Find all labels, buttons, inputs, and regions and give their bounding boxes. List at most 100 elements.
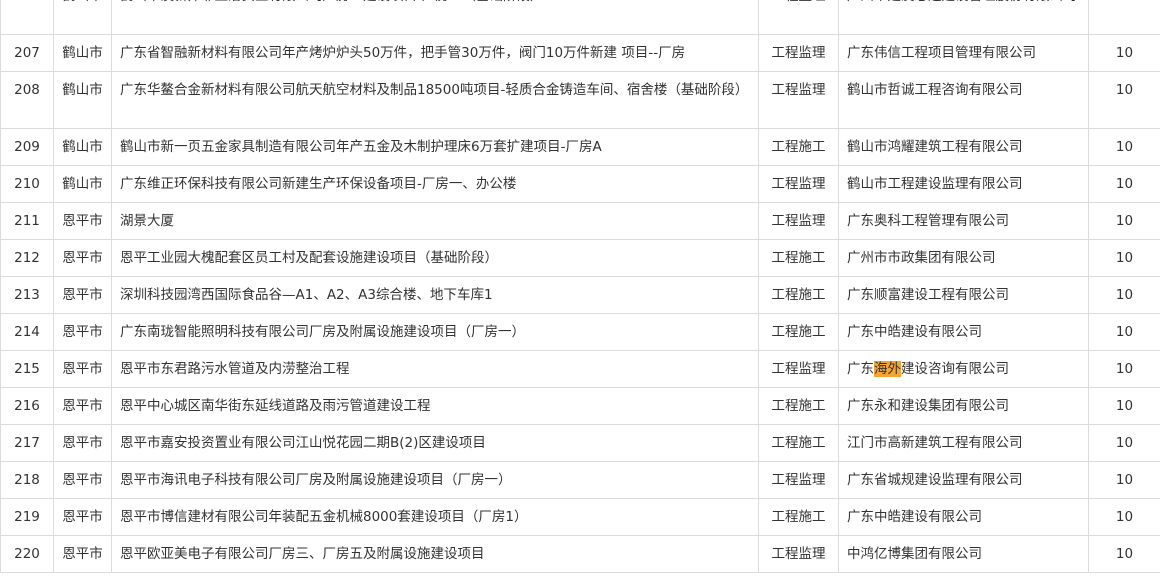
work-type-cell: 工程施工 [758,128,839,166]
company-text-prefix: 广东 [847,361,874,377]
city-cell-text: 鹤山市 [62,176,103,192]
score-cell: 10 [1088,276,1160,314]
city-cell-text: 恩平市 [62,546,103,562]
score-cell: 10 [1088,165,1160,203]
work-type-cell-text: 工程监理 [771,361,826,377]
company-text-suffix: 建设咨询有限公司 [901,361,1009,377]
score-cell: 10 [1088,461,1160,499]
project-name-cell: 深圳科技园湾西国际食品谷—A1、A2、A3综合楼、地下车库1 [111,276,759,314]
work-type-cell: 工程施工 [758,313,839,351]
company-cell: 江门市高新建筑工程有限公司 [838,424,1089,462]
company-cell: 鹤山市工程建设监理有限公司 [838,165,1089,203]
work-type-cell: 工程监理 [758,0,839,35]
project-name-cell: 恩平市博信建材有限公司年装配五金机械8000套建设项目（厂房1） [111,498,759,536]
city-cell-text: 鹤山市 [62,45,103,61]
company-cell: 广东海外建设咨询有限公司 [838,350,1089,388]
work-type-cell-text: 工程监理 [771,546,826,562]
company-cell: 广东省城规建设监理有限公司 [838,461,1089,499]
work-type-cell: 工程监理 [758,71,839,129]
score-cell: 10 [1088,498,1160,536]
company-cell-text: 广东奥科工程管理有限公司 [847,213,1009,229]
city-cell: 恩平市 [53,239,112,277]
row-number-cell: 220 [0,535,54,573]
table-row: 206鹤山市鹤山市澳新邦菲卫浴实业有限公司厂房三建设项目-厂房三（基础阶段） 工程… [0,0,1160,35]
score-cell-text: 10 [1115,213,1134,229]
row-number-cell-text: 213 [14,287,40,303]
work-type-cell-text: 工程监理 [771,213,826,229]
table-row: 213 恩平市 深圳科技园湾西国际食品谷—A1、A2、A3综合楼、地下车库1 工程施工… [0,276,1160,314]
table-viewport: 206鹤山市鹤山市澳新邦菲卫浴实业有限公司厂房三建设项目-厂房三（基础阶段）工程… [0,0,1160,585]
work-type-cell: 工程施工 [758,387,839,425]
work-type-cell: 工程施工 [758,276,839,314]
company-cell: 广东伟信工程项目管理有限公司 [838,34,1089,72]
row-number-cell-text: 216 [14,398,40,414]
project-name-cell: 恩平中心城区南华街东延线道路及雨污管道建设工程 [111,387,759,425]
score-cell-text: 10 [1115,287,1134,303]
score-cell: 10 [1088,202,1160,240]
row-number-cell: 207 [0,34,54,72]
project-name-cell-text: 广东华鳌合金新材料有限公司航天航空材料及制品18500吨项目-轻质合金铸造车间、… [120,82,749,98]
row-number-cell: 210 [0,165,54,203]
score-cell: 10 [1088,313,1160,351]
score-cell: 10 [1088,128,1160,166]
score-cell-text: 10 [1115,176,1134,192]
table-row: 208 鹤山市 广东华鳌合金新材料有限公司航天航空材料及制品18500吨项目-轻质合… [0,71,1160,129]
row-number-cell-text: 206 [2,0,53,14]
table-row: 211 恩平市 湖景大厦 工程监理 广东奥科工程管理有限公司 10 [0,202,1160,240]
company-cell: 广东中皓建设有限公司 [838,498,1089,536]
company-cell-text: 广东中皓建设有限公司 [847,509,982,525]
city-cell-text: 恩平市 [62,250,103,266]
work-type-cell: 工程监理 [758,202,839,240]
work-type-cell-text: 工程施工 [771,509,826,525]
score-cell-text: 10 [1115,435,1134,451]
row-number-cell: 211 [0,202,54,240]
city-cell: 恩平市 [53,276,112,314]
work-type-cell: 工程施工 [758,424,839,462]
project-name-cell-text: 恩平市博信建材有限公司年装配五金机械8000套建设项目（厂房1） [120,509,528,525]
company-cell-text: 江门市高新建筑工程有限公司 [847,435,1023,451]
project-name-cell-text: 恩平市东君路污水管道及内涝整治工程 [120,361,350,377]
company-cell-text: 广东省城规建设监理有限公司 [847,472,1023,488]
score-cell: 10 [1088,71,1160,129]
project-name-cell-text: 恩平市海讯电子科技有限公司厂房及附属设施建设项目（厂房一） [120,472,512,488]
project-name-cell-text: 恩平欧亚美电子有限公司厂房三、厂房五及附属设施建设项目 [120,546,485,562]
city-cell-text: 鹤山市 [55,0,111,14]
row-number-cell: 212 [0,239,54,277]
company-cell: 广东奥科工程管理有限公司 [838,202,1089,240]
table-row: 214 恩平市 广东南珑智能照明科技有限公司厂房及附属设施建设项目（厂房一） 工程施工… [0,313,1160,351]
city-cell-text: 鹤山市 [62,82,103,98]
city-cell-text: 恩平市 [62,509,103,525]
work-type-cell: 工程施工 [758,239,839,277]
company-cell: 广东顺富建设工程有限公司 [838,276,1089,314]
city-cell-text: 恩平市 [62,287,103,303]
project-name-cell-text: 鹤山市澳新邦菲卫浴实业有限公司厂房三建设项目-厂房三（基础阶段） [120,0,750,14]
score-cell: 10 [1088,424,1160,462]
work-type-cell: 工程监理 [758,535,839,573]
work-type-cell-text: 工程监理 [771,472,826,488]
city-cell: 恩平市 [53,535,112,573]
work-type-cell: 工程监理 [758,350,839,388]
work-type-cell: 工程监理 [758,34,839,72]
project-name-cell-text: 恩平中心城区南华街东延线道路及雨污管道建设工程 [120,398,431,414]
city-cell: 鹤山市 [53,71,112,129]
score-cell-text: 10 [1115,45,1134,61]
city-cell: 恩平市 [53,202,112,240]
score-cell: 10 [1088,0,1160,35]
company-cell-text: 广东海外建设咨询有限公司 [847,352,1080,387]
project-name-cell: 恩平工业园大槐配套区员工村及配套设施建设项目（基础阶段） [111,239,759,277]
row-number-cell: 215 [0,350,54,388]
project-name-cell: 恩平市东君路污水管道及内涝整治工程 [111,350,759,388]
work-type-cell-text: 工程施工 [771,435,826,451]
project-name-cell-text: 广东省智融新材料有限公司年产烤炉炉头50万件，把手管30万件，阀门10万件新建 … [120,45,686,61]
company-cell-text: 广东中皓建设有限公司 [847,324,982,340]
project-name-cell: 广东省智融新材料有限公司年产烤炉炉头50万件，把手管30万件，阀门10万件新建 … [111,34,759,72]
work-type-cell-text: 工程监理 [771,82,826,98]
work-type-cell-text: 工程施工 [771,287,826,303]
project-name-cell: 广东维正环保科技有限公司新建生产环保设备项目-厂房一、办公楼 [111,165,759,203]
project-name-cell-text: 广东维正环保科技有限公司新建生产环保设备项目-厂房一、办公楼 [120,176,517,192]
project-name-cell-text: 恩平工业园大槐配套区员工村及配套设施建设项目（基础阶段） [120,250,498,266]
project-name-cell-text: 鹤山市新一页五金家具制造有限公司年产五金及木制护理床6万套扩建项目-厂房A [120,139,602,155]
score-cell: 10 [1088,239,1160,277]
city-cell: 恩平市 [53,350,112,388]
company-cell: 鹤山市鸿耀建筑工程有限公司 [838,128,1089,166]
